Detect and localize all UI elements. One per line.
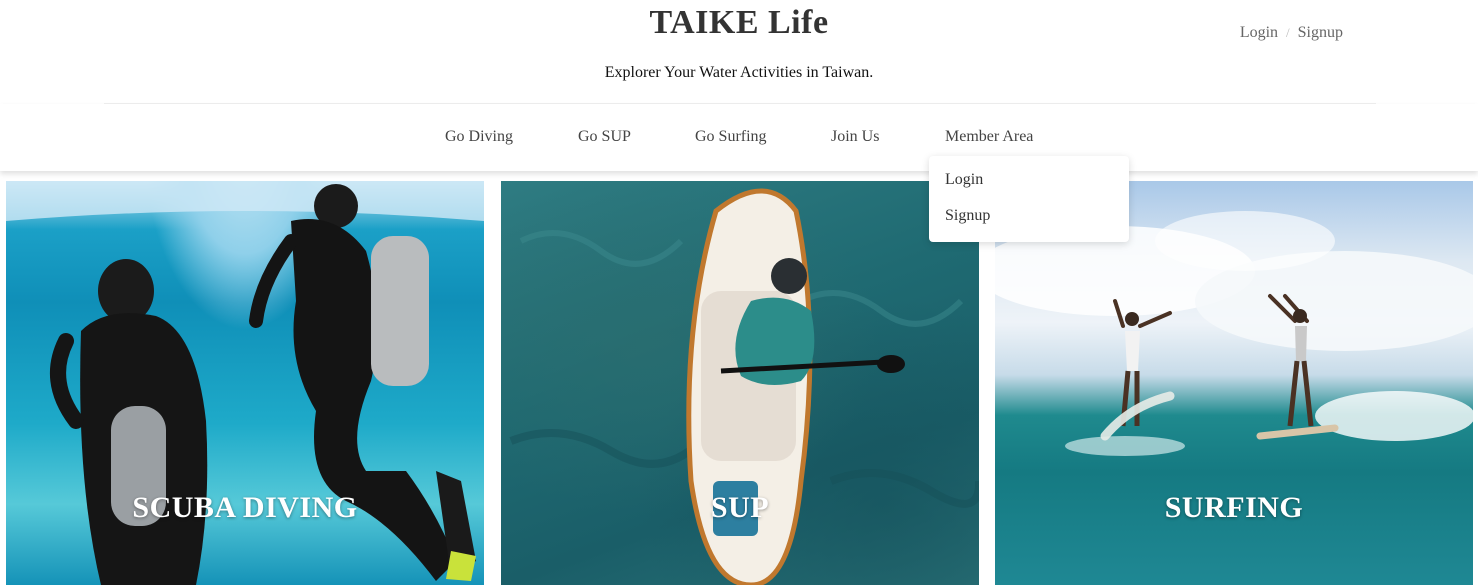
dropdown-signup[interactable]: Signup <box>945 207 990 225</box>
nav-go-diving[interactable]: Go Diving <box>445 128 513 146</box>
card-title-surfing: SURFING <box>1164 491 1304 524</box>
activity-cards: SCUBA DIVING SUP SURFING <box>0 181 1478 585</box>
nav-go-sup[interactable]: Go SUP <box>578 128 631 146</box>
card-title-sup: SUP <box>710 491 770 524</box>
auth-separator: / <box>1286 25 1290 40</box>
site-tagline: Explorer Your Water Activities in Taiwan… <box>604 64 874 81</box>
auth-links: Login / Signup <box>1240 24 1343 42</box>
card-sup[interactable]: SUP <box>501 181 979 585</box>
member-area-dropdown: Login Signup <box>929 156 1129 242</box>
header-login-link[interactable]: Login <box>1240 24 1278 41</box>
nav-member-area[interactable]: Member Area <box>945 128 1033 146</box>
header-signup-link[interactable]: Signup <box>1298 24 1343 41</box>
nav-go-surfing[interactable]: Go Surfing <box>695 128 767 146</box>
main-nav: Go Diving Go SUP Go Surfing Join Us Memb… <box>0 104 1478 171</box>
site-header: TAIKE Life Explorer Your Water Activitie… <box>0 0 1478 104</box>
dropdown-login[interactable]: Login <box>945 171 983 189</box>
card-scuba-diving[interactable]: SCUBA DIVING <box>6 181 484 585</box>
card-title-scuba-diving: SCUBA DIVING <box>132 491 358 524</box>
nav-join-us[interactable]: Join Us <box>831 128 879 146</box>
